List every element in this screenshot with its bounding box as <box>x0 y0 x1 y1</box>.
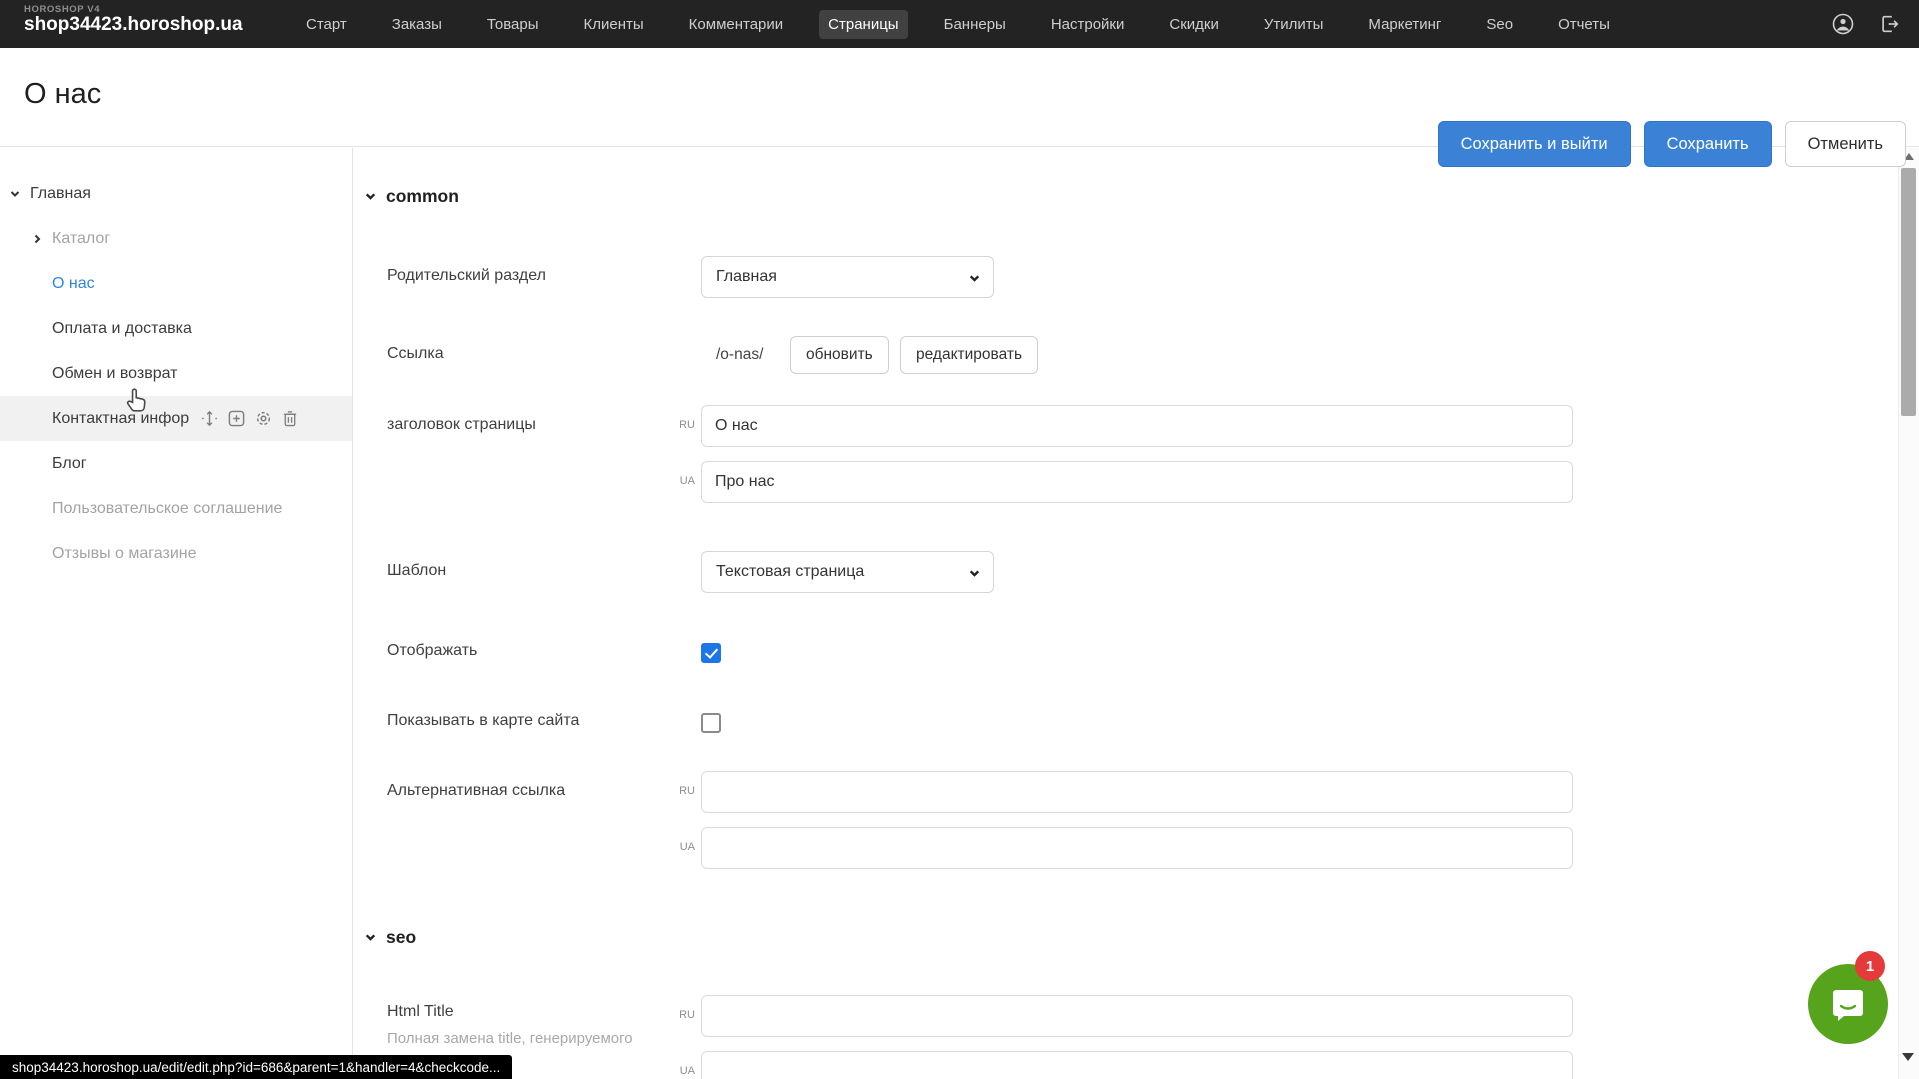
pages-tree-sidebar: Главная Каталог О нас Оплата и доставка … <box>0 148 352 1079</box>
delete-trash-icon[interactable] <box>282 410 298 427</box>
sidebar-item-katalog[interactable]: Каталог <box>0 216 352 261</box>
ua-badge: UA <box>671 475 695 487</box>
shop-domain-label: shop34423.horoshop.ua <box>24 15 243 36</box>
sidebar-item-label: Главная <box>30 185 91 203</box>
parent-section-value: Главная <box>716 268 777 286</box>
nav-marketing[interactable]: Маркетинг <box>1359 10 1450 39</box>
chevron-down-icon <box>364 931 377 944</box>
nav-banners[interactable]: Баннеры <box>935 10 1015 39</box>
logout-icon[interactable] <box>1879 13 1901 35</box>
alt-link-ru-input[interactable] <box>701 771 1573 813</box>
sidebar-item-label: О нас <box>52 275 95 293</box>
scrollbar-thumb[interactable] <box>1901 168 1916 416</box>
chevron-down-icon <box>968 567 981 580</box>
nav-orders[interactable]: Заказы <box>383 10 451 39</box>
link-refresh-button[interactable]: обновить <box>790 336 889 374</box>
sidebar-item-oplata-dostavka[interactable]: Оплата и доставка <box>0 306 352 351</box>
cancel-button[interactable]: Отменить <box>1785 121 1906 167</box>
settings-gear-icon[interactable] <box>255 410 272 427</box>
display-label: Отображать <box>387 642 477 660</box>
link-path-value: /o-nas/ <box>716 346 763 364</box>
ua-badge: UA <box>671 841 695 853</box>
sidebar-item-label: Обмен и возврат <box>52 365 177 383</box>
chevron-right-icon[interactable] <box>30 232 44 246</box>
save-and-exit-button[interactable]: Сохранить и выйти <box>1438 121 1631 167</box>
ru-badge: RU <box>671 419 695 431</box>
alt-link-label: Альтернативная ссылка <box>387 782 565 800</box>
ru-badge: RU <box>671 1009 695 1021</box>
nav-products[interactable]: Товары <box>478 10 548 39</box>
nav-utilities[interactable]: Утилиты <box>1255 10 1333 39</box>
sidebar-item-glavnaya[interactable]: Главная <box>0 171 352 216</box>
nav-settings[interactable]: Настройки <box>1042 10 1134 39</box>
chat-unread-badge: 1 <box>1855 951 1885 981</box>
sidebar-item-kontaktnaya-infor[interactable]: Контактная инфор <box>0 396 352 441</box>
link-edit-button[interactable]: редактировать <box>900 336 1038 374</box>
sidebar-item-shop-reviews[interactable]: Отзывы о магазине <box>0 531 352 576</box>
sidebar-item-obmen-vozvrat[interactable]: Обмен и возврат <box>0 351 352 396</box>
section-seo-title: seo <box>386 927 416 948</box>
html-title-ru-input[interactable] <box>701 995 1573 1037</box>
page-title-ru-input[interactable] <box>701 405 1573 447</box>
top-navigation: Старт Заказы Товары Клиенты Комментарии … <box>297 0 1619 48</box>
link-label: Ссылка <box>387 345 444 363</box>
save-button[interactable]: Сохранить <box>1644 121 1772 167</box>
top-bar: HOROSHOP V4 shop34423.horoshop.ua Старт … <box>0 0 1919 48</box>
parent-section-label: Родительский раздел <box>387 267 546 285</box>
sidebar-item-label: Контактная инфор <box>52 410 189 428</box>
section-common-title: common <box>386 186 459 207</box>
nav-start[interactable]: Старт <box>297 10 356 39</box>
page-header: О нас Сохранить и выйти Сохранить Отмени… <box>0 48 1919 147</box>
ru-badge: RU <box>671 785 695 797</box>
nav-seo[interactable]: Seo <box>1477 10 1522 39</box>
add-subpage-icon[interactable] <box>228 410 245 427</box>
sidebar-item-label: Отзывы о магазине <box>52 545 197 563</box>
nav-discounts[interactable]: Скидки <box>1160 10 1227 39</box>
sidebar-item-o-nas[interactable]: О нас <box>0 261 352 306</box>
sidebar-item-label: Оплата и доставка <box>52 320 192 338</box>
template-select[interactable]: Текстовая страница <box>701 551 994 593</box>
sidebar-item-user-agreement[interactable]: Пользовательское соглашение <box>0 486 352 531</box>
section-seo-header[interactable]: seo <box>364 927 416 948</box>
page-title-ua-input[interactable] <box>701 461 1573 503</box>
template-value: Текстовая страница <box>716 563 864 581</box>
template-label: Шаблон <box>387 562 446 580</box>
move-item-icon[interactable] <box>201 410 218 427</box>
chat-bubble-icon <box>1828 984 1868 1024</box>
page-title-field-label: заголовок страницы <box>387 416 536 434</box>
scrollbar-down-arrow[interactable] <box>1902 1053 1914 1061</box>
chevron-down-icon <box>364 190 377 203</box>
user-account-icon[interactable] <box>1831 12 1855 36</box>
chevron-down-icon[interactable] <box>8 187 22 201</box>
display-checkbox[interactable] <box>701 643 721 663</box>
html-title-ua-input[interactable] <box>701 1051 1573 1079</box>
nav-clients[interactable]: Клиенты <box>575 10 653 39</box>
brand-logo: HOROSHOP V4 shop34423.horoshop.ua <box>24 5 243 36</box>
page-title: О нас <box>24 78 101 111</box>
ua-badge: UA <box>671 1065 695 1077</box>
sidebar-item-label: Пользовательское соглашение <box>52 500 282 518</box>
parent-section-select[interactable]: Главная <box>701 256 994 298</box>
sitemap-checkbox[interactable] <box>701 713 721 733</box>
alt-link-ua-input[interactable] <box>701 827 1573 869</box>
nav-reports[interactable]: Отчеты <box>1549 10 1619 39</box>
nav-comments[interactable]: Комментарии <box>680 10 792 39</box>
status-url-tooltip: shop34423.horoshop.ua/edit/edit.php?id=6… <box>0 1055 512 1079</box>
nav-pages[interactable]: Страницы <box>819 10 907 39</box>
html-title-label: Html Title <box>387 1003 454 1021</box>
section-common-header[interactable]: common <box>364 186 459 207</box>
sidebar-item-label: Каталог <box>52 230 110 248</box>
chevron-down-icon <box>968 272 981 285</box>
sitemap-label: Показывать в карте сайта <box>387 712 579 730</box>
sidebar-item-blog[interactable]: Блог <box>0 441 352 486</box>
html-title-hint: Полная замена title, генерируемого <box>387 1030 633 1047</box>
sidebar-item-label: Блог <box>52 455 87 473</box>
sidebar-divider <box>352 148 353 1079</box>
